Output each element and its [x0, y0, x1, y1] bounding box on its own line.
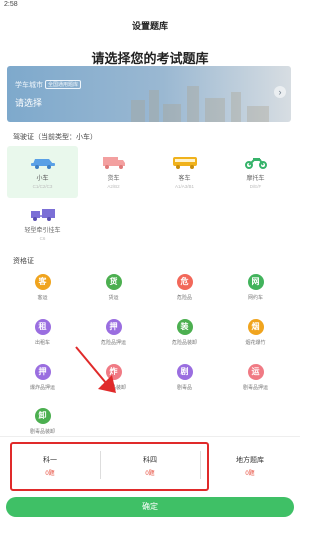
chevron-right-icon[interactable]: › [274, 86, 286, 98]
status-bar: 2:58 [0, 0, 300, 12]
qual-badge-icon: 货 [105, 274, 122, 290]
qual-badge-icon: 危 [176, 274, 193, 290]
qual-taxi[interactable]: 租 出租车 [7, 319, 78, 359]
qual-badge-icon: 烟 [247, 319, 264, 335]
qual-label: 剧毒品押运 [242, 385, 268, 391]
vehicle-sub: C6 [39, 236, 46, 241]
vehicle-sub: A1/A3/B1 [174, 184, 194, 189]
vehicle-label: 货车 [107, 176, 120, 182]
qual-toxic[interactable]: 剧 剧毒品 [149, 364, 220, 404]
qual-dangerous-goods[interactable]: 危 危险品 [149, 274, 220, 314]
qual-badge-icon: 网 [247, 274, 264, 290]
qual-fireworks[interactable]: 烟 烟花爆竹 [220, 319, 291, 359]
qual-dangerous-loading[interactable]: 装 危险品装卸 [149, 319, 220, 359]
vehicle-label: 小车 [36, 176, 49, 182]
qual-passenger[interactable]: 客 客运 [7, 274, 78, 314]
subject-label: 地方题库 [236, 457, 264, 464]
qual-badge-icon: 剧 [176, 364, 193, 380]
trailer-icon [29, 207, 57, 221]
confirm-button[interactable]: 确定 [6, 497, 294, 517]
vehicle-label: 摩托车 [246, 176, 265, 182]
vehicle-label: 轻型牵引挂车 [24, 228, 61, 234]
qual-label: 剧毒品装卸 [29, 429, 55, 435]
vehicle-car[interactable]: 小车 C1/C2/C3 [7, 146, 78, 198]
qual-badge-icon: 卸 [34, 408, 51, 424]
vehicle-bus[interactable]: 客车 A1/A3/B1 [149, 146, 220, 198]
license-section-title: 驾驶证（当前类型：小车） [13, 134, 97, 141]
qual-toxic-escort[interactable]: 运 剧毒品押运 [220, 364, 291, 404]
qual-badge-icon: 租 [34, 319, 51, 335]
qual-label: 危险品装卸 [171, 340, 197, 346]
subject-count: 0题 [245, 471, 255, 477]
qual-label: 客运 [37, 295, 48, 301]
vehicle-motorcycle[interactable]: 摩托车 D/E/F [220, 146, 291, 198]
qual-label: 烟花爆竹 [245, 340, 266, 346]
annotation-arrow-icon [75, 346, 116, 393]
qual-badge-icon: 运 [247, 364, 264, 380]
vehicle-truck[interactable]: 货车 A2/B2 [78, 146, 149, 198]
page-title: 请选择您的考试题库 [91, 51, 209, 66]
city-badge: 全国通用题库 [45, 80, 82, 89]
qual-label: 危险品 [176, 295, 192, 301]
vehicle-trailer[interactable]: 轻型牵引挂车 C6 [7, 198, 78, 250]
qual-badge-icon: 押 [105, 319, 122, 335]
motorcycle-icon [242, 155, 270, 169]
truck-icon [100, 155, 128, 169]
local-bank-option[interactable]: 地方题库 0题 [200, 455, 300, 477]
qual-badge-icon: 装 [176, 319, 193, 335]
city-choose-text: 请选择 [15, 98, 43, 108]
vehicle-sub: A2/B2 [107, 184, 120, 189]
qual-badge-icon: 客 [34, 274, 51, 290]
qual-label: 剧毒品 [176, 385, 192, 391]
car-icon [29, 155, 57, 169]
annotation-highlight-box [10, 442, 209, 491]
vehicle-label: 客车 [178, 176, 191, 182]
qual-label: 网约车 [247, 295, 263, 301]
qual-label: 货运 [108, 295, 119, 301]
qual-explosive-escort[interactable]: 押 爆炸品押运 [7, 364, 78, 404]
vehicle-sub: C1/C2/C3 [32, 184, 53, 189]
bus-icon [171, 155, 199, 169]
skyline-illustration [131, 82, 271, 122]
city-label: 学车城市 全国通用题库 [15, 80, 82, 90]
qualification-section-title: 资格证 [13, 258, 34, 265]
qual-label: 爆炸品押运 [29, 385, 55, 391]
qual-freight[interactable]: 货 货运 [78, 274, 149, 314]
qual-label: 出租车 [34, 340, 50, 346]
city-banner[interactable]: 学车城市 全国通用题库 请选择 › [7, 66, 291, 122]
nav-bar: 设置题库 [0, 12, 300, 38]
status-time: 2:58 [4, 1, 18, 8]
vehicle-sub: D/E/F [249, 184, 262, 189]
nav-title: 设置题库 [131, 20, 168, 31]
qual-ride-hailing[interactable]: 网 网约车 [220, 274, 291, 314]
qual-badge-icon: 押 [34, 364, 51, 380]
